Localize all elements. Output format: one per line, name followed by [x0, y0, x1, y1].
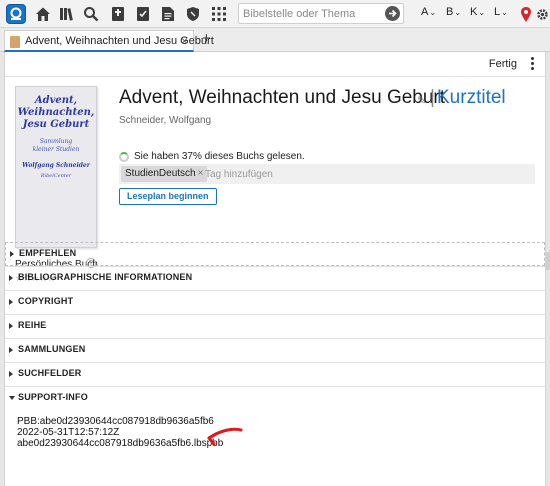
- chevron-down-icon: ⌄: [429, 8, 437, 17]
- tag-chip-label: StudienDeutsch: [125, 168, 196, 179]
- reading-progress-icon: [119, 152, 129, 162]
- scrollbar-thumb[interactable]: [546, 252, 550, 270]
- section-empfehlen[interactable]: EMPFEHLEN: [5, 242, 545, 266]
- font-button-k[interactable]: K⌄: [470, 6, 485, 18]
- settings-gear-icon[interactable]: [535, 4, 549, 24]
- chevron-down-icon: ⌄: [454, 8, 462, 17]
- font-button-a[interactable]: A⌄: [421, 6, 436, 18]
- support-id: PBB:abe0d23930644cc087918db9636a5fb6: [17, 416, 214, 427]
- expand-arrow-icon: [9, 347, 13, 353]
- section-label: EMPFEHLEN: [19, 248, 77, 258]
- main-toolbar: A⌄ B⌄ K⌄ L⌄: [0, 0, 550, 28]
- cover-publisher: BibelCenter: [40, 173, 72, 179]
- expand-arrow-icon: [9, 275, 13, 281]
- expand-arrow-icon: [10, 251, 14, 257]
- tag-chip[interactable]: StudienDeutsch ×: [121, 166, 208, 182]
- checklist-icon[interactable]: [133, 4, 153, 24]
- tag-remove-icon[interactable]: ×: [198, 168, 204, 179]
- more-options-icon[interactable]: [531, 56, 535, 72]
- section-label: SAMMLUNGEN: [18, 344, 86, 354]
- shield-icon[interactable]: [183, 4, 203, 24]
- font-button-a-label: A: [421, 6, 429, 18]
- section-sammlungen[interactable]: SAMMLUNGEN: [5, 338, 545, 362]
- section-reihe[interactable]: REIHE: [5, 314, 545, 338]
- book-author[interactable]: Schneider, Wolfgang: [119, 115, 211, 126]
- chevron-down-icon: ⌄: [501, 8, 508, 17]
- collapse-arrow-icon: [9, 396, 15, 400]
- app-logo-icon[interactable]: [6, 4, 26, 24]
- bible-icon[interactable]: [108, 4, 128, 24]
- font-button-l-label: L: [494, 6, 501, 18]
- expand-arrow-icon: [9, 371, 13, 377]
- notes-icon[interactable]: [158, 4, 178, 24]
- section-support-info[interactable]: SUPPORT-INFO: [5, 386, 545, 410]
- search-input[interactable]: [239, 4, 379, 23]
- edit-pencil-icon[interactable]: ✎: [417, 94, 426, 107]
- short-title-link[interactable]: Kurztitel: [437, 87, 506, 109]
- section-label: SUCHFELDER: [18, 368, 82, 378]
- section-label: BIBLIOGRAPHISCHE INFORMATIONEN: [18, 272, 193, 282]
- add-tag-input[interactable]: [205, 166, 385, 182]
- tag-row: StudienDeutsch ×: [119, 164, 535, 184]
- book-cover[interactable]: Advent, Weihnachten, Jesu Geburt Sammlun…: [15, 86, 97, 248]
- tab-close-icon[interactable]: ×: [181, 34, 188, 48]
- support-timestamp: 2022-05-31T12:57:12Z: [17, 427, 120, 438]
- cover-title: Advent, Weihnachten, Jesu Geburt: [17, 95, 95, 130]
- book-title: Advent, Weihnachten und Jesu Geburt: [119, 87, 446, 108]
- book-icon: [10, 36, 20, 48]
- map-pin-icon[interactable]: [520, 4, 532, 24]
- cover-author: Wolfgang Schneider: [22, 162, 90, 169]
- book-detail-panel: Fertig Advent, Weihnachten, Jesu Geburt …: [4, 52, 546, 486]
- section-bibliographic-info[interactable]: BIBLIOGRAPHISCHE INFORMATIONEN: [5, 266, 545, 290]
- new-tab-button[interactable]: +: [202, 30, 211, 47]
- grid-icon[interactable]: [209, 4, 229, 24]
- search-icon[interactable]: [81, 4, 101, 24]
- reading-progress-text: Sie haben 37% dieses Buchs gelesen.: [134, 151, 305, 162]
- home-icon[interactable]: [33, 4, 53, 24]
- section-suchfelder[interactable]: SUCHFELDER: [5, 362, 545, 386]
- section-label: COPYRIGHT: [18, 296, 74, 306]
- expand-arrow-icon: [9, 299, 13, 305]
- font-button-k-label: K: [470, 6, 478, 18]
- font-button-b-label: B: [446, 6, 454, 18]
- section-copyright[interactable]: COPYRIGHT: [5, 290, 545, 314]
- section-label: SUPPORT-INFO: [18, 392, 88, 402]
- search-go-icon[interactable]: [385, 6, 400, 21]
- section-label: REIHE: [18, 320, 47, 330]
- tab-book[interactable]: Advent, Weihnachten und Jesu Geburt ×: [4, 30, 214, 52]
- divider: [5, 76, 545, 77]
- tab-bar: Advent, Weihnachten und Jesu Geburt ×: [0, 28, 550, 52]
- done-button[interactable]: Fertig: [489, 58, 517, 70]
- library-icon[interactable]: [57, 4, 77, 24]
- title-separator: |: [430, 87, 435, 108]
- font-button-l[interactable]: L⌄: [494, 6, 508, 18]
- font-button-b[interactable]: B⌄: [446, 6, 461, 18]
- support-info-content: PBB:abe0d23930644cc087918db9636a5fb6 202…: [17, 416, 223, 449]
- chevron-down-icon: ⌄: [478, 8, 486, 17]
- red-annotation-arrow-icon: [207, 427, 243, 446]
- support-filename: abe0d23930644cc087918db9636a5fb6.lbspbb: [17, 438, 224, 449]
- cover-subtitle: Sammlung kleiner Studien: [32, 138, 80, 153]
- expand-arrow-icon: [9, 323, 13, 329]
- start-reading-plan-button[interactable]: Leseplan beginnen: [119, 188, 217, 205]
- search-box: [238, 3, 404, 24]
